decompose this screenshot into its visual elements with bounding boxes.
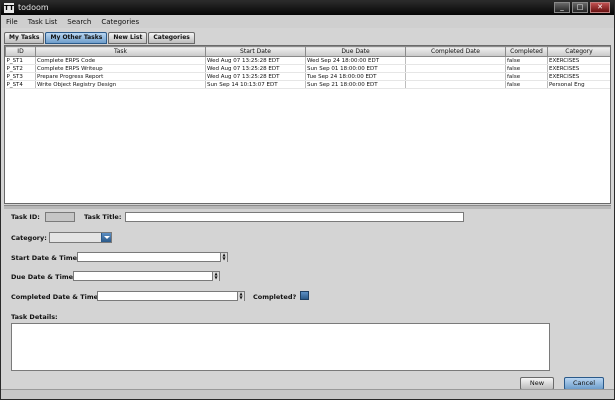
task-title-field[interactable] — [125, 212, 464, 222]
cell-due-date: Tue Sep 24 18:00:00 EDT — [305, 72, 406, 81]
cell-id: P_ST4 — [5, 80, 36, 89]
completed-checkbox[interactable] — [300, 291, 309, 300]
cell-category: EXERCISES — [547, 56, 610, 65]
completed-label: Completed? — [253, 293, 297, 301]
cell-start-date: Wed Aug 07 13:25:28 EDT — [205, 72, 306, 81]
column-header-due-date[interactable]: Due Date — [305, 46, 406, 57]
start-date-spinner[interactable]: ▲ ▼ — [77, 252, 228, 262]
completed-date-label: Completed Date & Time: — [11, 293, 101, 301]
spinner-arrows-icon[interactable]: ▲ ▼ — [237, 292, 244, 301]
cell-completed-date — [405, 72, 506, 81]
category-dropdown[interactable] — [49, 232, 112, 243]
app-window: TT todoom _ □ ✕ File Task List Search Ca… — [0, 0, 615, 400]
cell-completed: false — [505, 56, 548, 65]
tab-categories[interactable]: Categories — [148, 32, 195, 44]
due-date-spinner[interactable]: ▲ ▼ — [73, 271, 220, 281]
menu-search[interactable]: Search — [67, 18, 91, 26]
task-id-field — [45, 212, 75, 222]
cell-id: P_ST2 — [5, 64, 36, 73]
cell-start-date: Wed Aug 07 13:25:28 EDT — [205, 64, 306, 73]
table-row[interactable]: P_ST2 Complete ERPS Writeup Wed Aug 07 1… — [5, 64, 610, 73]
menu-categories[interactable]: Categories — [101, 18, 139, 26]
spinner-arrows-icon[interactable]: ▲ ▼ — [220, 253, 227, 262]
status-bar — [1, 389, 614, 399]
table-header-row: ID Task Start Date Due Date Completed Da… — [5, 46, 610, 57]
tab-new-list[interactable]: New List — [108, 32, 148, 44]
close-button[interactable]: ✕ — [590, 2, 610, 13]
column-header-completed[interactable]: Completed — [505, 46, 548, 57]
tab-my-other-tasks[interactable]: My Other Tasks — [45, 32, 108, 44]
task-table[interactable]: ID Task Start Date Due Date Completed Da… — [4, 45, 611, 204]
table-row[interactable]: P_ST4 Write Object Registry Design Sun S… — [5, 80, 610, 89]
cell-category: EXERCISES — [547, 72, 610, 81]
task-title-label: Task Title: — [84, 213, 122, 221]
minimize-button[interactable]: _ — [554, 2, 570, 13]
cell-task: Prepare Progress Report — [35, 72, 206, 81]
cell-task: Complete ERPS Writeup — [35, 64, 206, 73]
cell-category: EXERCISES — [547, 64, 610, 73]
column-header-category[interactable]: Category — [547, 46, 610, 57]
maximize-button[interactable]: □ — [572, 2, 588, 13]
task-id-label: Task ID: — [11, 213, 40, 221]
spinner-arrows-icon[interactable]: ▲ ▼ — [212, 272, 219, 281]
cell-start-date: Wed Aug 07 13:25:28 EDT — [205, 56, 306, 65]
cell-due-date: Sun Sep 01 18:00:00 EDT — [305, 64, 406, 73]
cell-task: Complete ERPS Code — [35, 56, 206, 65]
chevron-down-icon[interactable] — [101, 233, 111, 242]
cell-id: P_ST3 — [5, 72, 36, 81]
column-header-completed-date[interactable]: Completed Date — [405, 46, 506, 57]
cell-due-date: Sun Sep 21 18:00:00 EDT — [305, 80, 406, 89]
table-row[interactable]: P_ST1 Complete ERPS Code Wed Aug 07 13:2… — [5, 56, 610, 65]
menu-task-list[interactable]: Task List — [28, 18, 58, 26]
cell-completed-date — [405, 80, 506, 89]
completed-date-spinner[interactable]: ▲ ▼ — [97, 291, 245, 301]
split-pane-divider[interactable] — [4, 205, 611, 209]
task-details-textarea[interactable] — [11, 323, 550, 371]
column-header-start-date[interactable]: Start Date — [205, 46, 306, 57]
app-icon: TT — [4, 3, 14, 13]
start-date-label: Start Date & Time: — [11, 254, 80, 262]
cell-completed: false — [505, 80, 548, 89]
cell-completed-date — [405, 64, 506, 73]
title-bar[interactable]: TT todoom _ □ ✕ — [1, 1, 614, 15]
menu-file[interactable]: File — [6, 18, 18, 26]
cell-completed-date — [405, 56, 506, 65]
tab-strip: My Tasks My Other Tasks New List Categor… — [4, 32, 195, 44]
cell-due-date: Wed Sep 24 18:00:00 EDT — [305, 56, 406, 65]
window-title: todoom — [18, 3, 49, 12]
task-details-label: Task Details: — [11, 313, 58, 321]
cell-task: Write Object Registry Design — [35, 80, 206, 89]
cell-category: Personal Eng — [547, 80, 610, 89]
cell-start-date: Sun Sep 14 10:13:07 EDT — [205, 80, 306, 89]
cell-completed: false — [505, 72, 548, 81]
cell-completed: false — [505, 64, 548, 73]
menu-bar: File Task List Search Categories — [1, 15, 614, 28]
due-date-label: Due Date & Time: — [11, 273, 76, 281]
column-header-task[interactable]: Task — [35, 46, 206, 57]
column-header-id[interactable]: ID — [5, 46, 36, 57]
category-label: Category: — [11, 234, 47, 242]
cell-id: P_ST1 — [5, 56, 36, 65]
table-row[interactable]: P_ST3 Prepare Progress Report Wed Aug 07… — [5, 72, 610, 81]
tab-my-tasks[interactable]: My Tasks — [4, 32, 45, 44]
